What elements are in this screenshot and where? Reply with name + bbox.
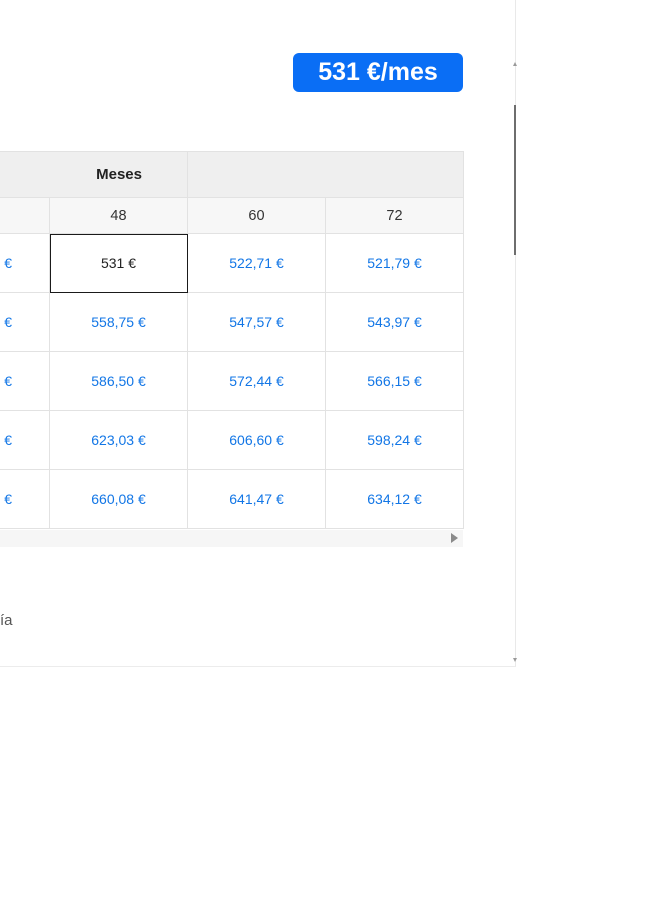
- month-cell: 48: [49, 197, 188, 234]
- months-header: Meses: [0, 151, 188, 198]
- price-cell[interactable]: 660,08 €: [49, 469, 188, 529]
- horizontal-scrollbar[interactable]: [0, 530, 463, 547]
- price-cell[interactable]: 566,15 €: [325, 351, 464, 411]
- footer-text-fragment: ía: [0, 612, 13, 629]
- price-cell[interactable]: 641,47 €: [187, 469, 326, 529]
- table-row: € 558,75 € 547,57 € 543,97 €: [0, 292, 464, 352]
- payment-table: Meses 48 60 72 € 531 € 522,71 € 521,79 €…: [0, 151, 464, 529]
- price-cell[interactable]: 598,24 €: [325, 410, 464, 470]
- price-cell[interactable]: €: [0, 469, 50, 529]
- price-cell[interactable]: 558,75 €: [49, 292, 188, 352]
- month-cell: 72: [325, 197, 464, 234]
- price-cell[interactable]: 606,60 €: [187, 410, 326, 470]
- price-cell[interactable]: 572,44 €: [187, 351, 326, 411]
- price-cell[interactable]: 623,03 €: [49, 410, 188, 470]
- table-row: € 623,03 € 606,60 € 598,24 €: [0, 410, 464, 470]
- scroll-right-arrow-icon[interactable]: [451, 533, 458, 543]
- month-cell: 60: [187, 197, 326, 234]
- price-cell[interactable]: €: [0, 410, 50, 470]
- scroll-down-arrow-icon[interactable]: [513, 658, 517, 662]
- months-row: 48 60 72: [0, 197, 464, 234]
- price-cell-selected[interactable]: 531 €: [49, 233, 188, 293]
- price-cell[interactable]: 522,71 €: [187, 233, 326, 293]
- price-cell[interactable]: €: [0, 351, 50, 411]
- scroll-up-arrow-icon[interactable]: [513, 62, 517, 66]
- scrollbar-thumb[interactable]: [514, 105, 516, 255]
- price-cell[interactable]: 543,97 €: [325, 292, 464, 352]
- table-row: € 586,50 € 572,44 € 566,15 €: [0, 351, 464, 411]
- months-header-fill: [187, 151, 464, 198]
- price-cell[interactable]: €: [0, 292, 50, 352]
- price-cell[interactable]: €: [0, 233, 50, 293]
- payment-table-container: Meses 48 60 72 € 531 € 522,71 € 521,79 €…: [0, 151, 464, 529]
- price-cell[interactable]: 634,12 €: [325, 469, 464, 529]
- vertical-scrollbar[interactable]: [513, 62, 517, 662]
- monthly-price-badge: 531 €/mes: [293, 53, 463, 92]
- price-cell[interactable]: 586,50 €: [49, 351, 188, 411]
- table-row: € 531 € 522,71 € 521,79 €: [0, 233, 464, 293]
- price-cell[interactable]: 547,57 €: [187, 292, 326, 352]
- price-cell[interactable]: 521,79 €: [325, 233, 464, 293]
- month-cell: [0, 197, 50, 234]
- table-row: € 660,08 € 641,47 € 634,12 €: [0, 469, 464, 529]
